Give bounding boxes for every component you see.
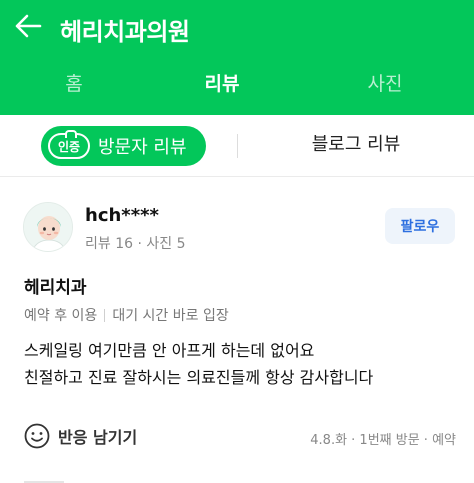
review-type-selector: 인증 방문자 리뷰 블로그 리뷰 — [0, 115, 474, 177]
visitor-review-label: 방문자 리뷰 — [98, 137, 187, 158]
verified-badge-icon: 인증 — [48, 130, 90, 159]
user-avatar-icon — [24, 203, 72, 251]
reviewer-stats: 리뷰 16 · 사진 5 — [85, 236, 186, 252]
reviewer-name[interactable]: hch**** — [85, 205, 159, 226]
place-name: 헤리치과 — [24, 278, 87, 298]
tab-bar: 홈 리뷰 사진 — [0, 55, 474, 170]
back-button[interactable] — [12, 10, 44, 42]
review-text-line: 스케일링 여기만큼 안 아프게 하는데 없어요 — [24, 341, 315, 360]
tag-divider — [104, 308, 106, 322]
review-body[interactable]: 스케일링 여기만큼 안 아프게 하는데 없어요 친절하고 진료 잘하시는 의료진… — [24, 337, 373, 391]
page-title: 헤리치과의원 — [60, 18, 190, 46]
arrow-left-icon — [15, 14, 42, 38]
review-card: hch**** 리뷰 16 · 사진 5 팔로우 헤리치과 예약 후 이용 대기… — [0, 178, 474, 483]
react-button[interactable]: 반응 남기기 — [24, 422, 137, 450]
visit-info: 4.8.화 · 1번째 방문 · 예약 — [310, 433, 456, 448]
tab-home[interactable]: 홈 — [0, 55, 148, 115]
tab-photo[interactable]: 사진 — [296, 55, 474, 115]
tab-review[interactable]: 리뷰 — [148, 55, 296, 115]
react-label: 반응 남기기 — [58, 428, 138, 447]
visit-tag: 예약 후 이용 — [24, 308, 98, 324]
follow-button[interactable]: 팔로우 — [385, 208, 455, 244]
smile-icon — [24, 423, 50, 449]
blog-review-button[interactable]: 블로그 리뷰 — [238, 115, 474, 177]
visit-tags: 예약 후 이용 대기 시간 바로 입장 — [24, 305, 229, 325]
avatar[interactable] — [23, 202, 73, 252]
review-text-line: 친절하고 진료 잘하시는 의료진들께 항상 감사합니다 — [24, 368, 374, 387]
top-header: 헤리치과의원 — [0, 0, 474, 55]
visitor-review-button[interactable]: 인증 방문자 리뷰 — [41, 126, 206, 166]
visit-tag: 대기 시간 바로 입장 — [112, 308, 229, 324]
